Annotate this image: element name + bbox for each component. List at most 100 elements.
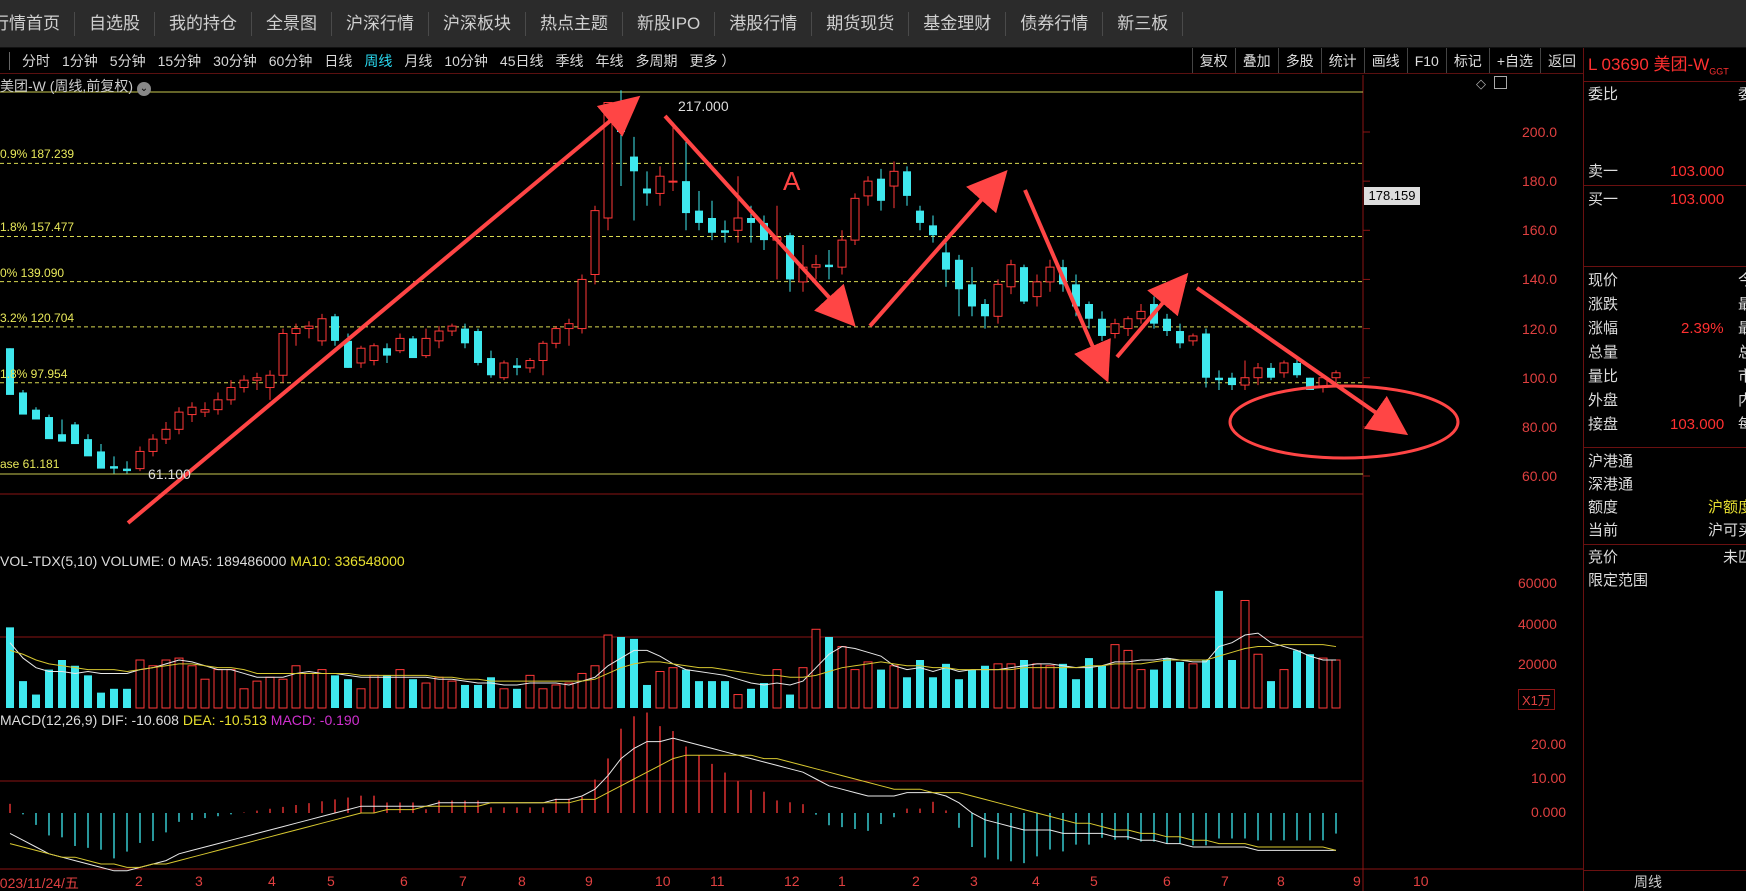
candle-down (708, 218, 716, 233)
date-tick-label: 2023/11/24/五 (0, 875, 79, 891)
timeframe-tab-4[interactable]: 30分钟 (207, 51, 263, 71)
date-tick-label: 12 (784, 873, 800, 889)
quote-row-1: 涨跌 最 (1588, 294, 1746, 316)
timeframe-tab-13[interactable]: 多周期 (629, 51, 683, 71)
nav-item-3[interactable]: 全景图 (252, 11, 332, 36)
chevron-down-icon[interactable]: ⌄ (136, 82, 151, 96)
timeframe-tab-2[interactable]: 5分钟 (104, 51, 152, 71)
nav-item-12[interactable]: 新三板 (1103, 11, 1184, 36)
nav-item-5[interactable]: 沪深板块 (429, 11, 526, 36)
candle-down (383, 348, 391, 356)
nav-item-1[interactable]: 自选股 (75, 11, 155, 36)
volume-bar-down (6, 627, 14, 708)
tool-button-5[interactable]: F10 (1406, 48, 1446, 73)
volume-bar-down (19, 681, 27, 708)
volume-bar-down (344, 679, 352, 708)
timeframe-tab-3[interactable]: 15分钟 (152, 51, 208, 71)
timeframe-tab-0[interactable]: 分时 (16, 51, 56, 71)
date-tick-label: 5 (327, 873, 335, 889)
macd-dea-text: DEA: -10.513 (182, 712, 271, 728)
candle-up (863, 180, 873, 197)
quote-label: 量比 (1588, 368, 1619, 385)
tool-button-8[interactable]: 返回 (1540, 48, 1583, 73)
wave-marker-a: A (783, 166, 801, 196)
price-tick-label: 60.00 (1522, 468, 1558, 484)
tool-button-3[interactable]: 统计 (1320, 48, 1364, 73)
candle-down (58, 434, 66, 442)
separator (1584, 447, 1746, 448)
timeframe-tab-12[interactable]: 年线 (589, 51, 629, 71)
volume-bar-down (331, 675, 339, 708)
candle-down (916, 210, 924, 223)
timeframe-tab-14[interactable]: 更多 ） (683, 51, 741, 71)
nav-item-11[interactable]: 债券行情 (1006, 11, 1104, 36)
volume-tick-label: 20000 (1518, 656, 1557, 672)
tool-button-0[interactable]: 复权 (1191, 48, 1235, 73)
sell1-label: 卖一 (1588, 163, 1619, 180)
volume-bar-down (474, 684, 482, 708)
candle-down (1215, 377, 1223, 381)
nav-item-2[interactable]: 我的持仓 (155, 11, 252, 36)
chart-title[interactable]: 美团-W (周线,前复权) ⌄ (0, 76, 151, 96)
candle-down (942, 252, 950, 270)
volume-bar-up (655, 671, 665, 709)
nav-item-0[interactable]: 行情首页 (0, 11, 75, 36)
volume-tick-label: 40000 (1518, 616, 1557, 632)
volume-bar-up (1123, 649, 1133, 709)
candle-down (955, 259, 963, 290)
nav-item-6[interactable]: 热点主题 (526, 11, 623, 36)
date-tick-label: 3 (195, 873, 203, 889)
period-label[interactable]: 周线 (1634, 872, 1662, 891)
timeframe-tab-1[interactable]: 1分钟 (56, 51, 104, 71)
volume-bar-up (187, 665, 197, 709)
volume-bar-down (110, 688, 118, 708)
nav-item-8[interactable]: 港股行情 (715, 11, 813, 36)
tool-button-2[interactable]: 多股 (1277, 48, 1321, 73)
nav-item-9[interactable]: 期货现货 (812, 11, 910, 36)
fibonacci-levels (0, 162, 1363, 384)
stock-name-text: L 03690 美团-W (1588, 55, 1710, 74)
volume-bar-up (1253, 653, 1263, 709)
candle-down (19, 392, 27, 415)
tool-button-6[interactable]: 标记 (1445, 48, 1489, 73)
quote-right-label: 内 (1737, 392, 1746, 409)
timeframe-tab-5[interactable]: 60分钟 (263, 51, 319, 71)
volume-bar-down (487, 677, 495, 708)
macd-tick-label: 20.00 (1531, 736, 1567, 752)
kline-chart[interactable] (0, 75, 1583, 891)
volume-bar-down (1202, 660, 1210, 708)
volume-bar-down (1176, 661, 1184, 708)
nav-item-4[interactable]: 沪深行情 (332, 11, 429, 36)
connect-label: 沪港通 (1588, 453, 1634, 470)
candle-up (733, 217, 743, 231)
diamond-icon[interactable]: ◇ (1476, 76, 1486, 92)
tool-button-4[interactable]: 画线 (1363, 48, 1407, 73)
volume-bar-up (317, 669, 327, 709)
timeframe-tab-11[interactable]: 季线 (549, 51, 589, 71)
timeframe-tab-8[interactable]: 月线 (398, 51, 438, 71)
timeframe-tab-10[interactable]: 45日线 (494, 51, 550, 71)
tool-button-7[interactable]: +自选 (1488, 48, 1540, 73)
volume-bar-down (682, 669, 690, 708)
candle-up (304, 325, 314, 330)
connect-row-2: 额度 沪额度 (1588, 497, 1746, 519)
quote-label: 接盘 (1588, 416, 1619, 433)
quote-label: 涨幅 (1588, 320, 1619, 337)
timeframe-tab-6[interactable]: 日线 (318, 51, 358, 71)
panel-toggle-icon[interactable] (1494, 76, 1507, 89)
candle-up (551, 328, 561, 344)
quote-label: 涨跌 (1588, 296, 1619, 313)
chart-toolbar: 分时 1分钟 5分钟 15分钟 30分钟 60分钟 日线 周线 月线 10分钟 45日线 季线 年线 多周… (0, 48, 1583, 74)
tool-button-1[interactable]: 叠加 (1234, 48, 1278, 73)
quote-right-label: 总 (1737, 344, 1746, 361)
candle-up (1253, 367, 1263, 379)
volume-bar-up (811, 628, 821, 709)
nav-item-7[interactable]: 新股IPO (623, 11, 716, 36)
trend-arrow (868, 170, 1008, 328)
trend-arrow (663, 114, 856, 327)
stock-name[interactable]: L 03690 美团-WGGT (1588, 54, 1746, 76)
nav-item-10[interactable]: 基金理财 (909, 11, 1007, 36)
timeframe-tab-7[interactable]: 周线 (358, 51, 398, 71)
timeframe-tab-9[interactable]: 10分钟 (438, 51, 494, 71)
volume-bar-down (721, 681, 729, 708)
